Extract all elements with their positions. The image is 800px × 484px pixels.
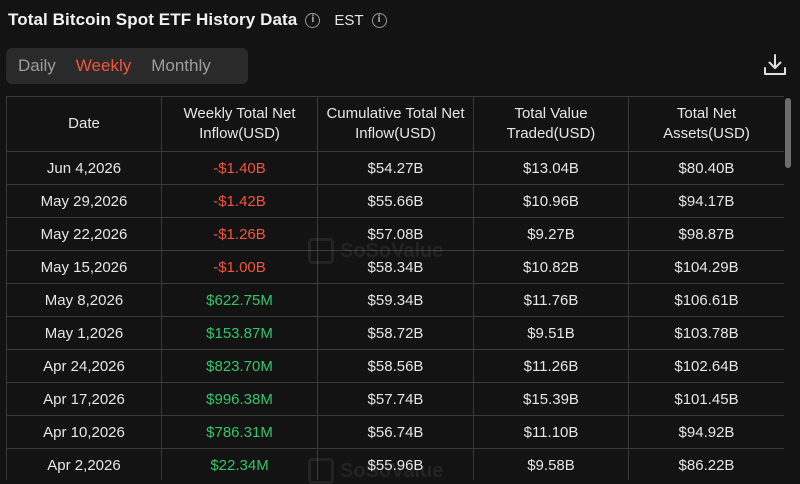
column-header-weekly-inflow[interactable]: Weekly Total Net Inflow(USD) [161,96,318,152]
table-row[interactable]: May 15,2026 -$1.00B $58.34B $10.82B $104.29B [6,250,784,284]
header: Total Bitcoin Spot ETF History Data i ES… [8,6,387,34]
download-icon[interactable] [762,52,788,78]
cell-value-traded: $9.58B [473,448,629,480]
cell-cumulative-inflow: $56.74B [317,415,474,449]
cell-date: Jun 4,2026 [6,151,162,185]
cell-cumulative-inflow: $59.34B [317,283,474,317]
cell-weekly-inflow: $622.75M [161,283,318,317]
cell-weekly-inflow: -$1.00B [161,250,318,284]
table-row[interactable]: Apr 24,2026 $823.70M $58.56B $11.26B $102.64… [6,349,784,383]
cell-value-traded: $9.27B [473,217,629,251]
column-header-net-assets[interactable]: Total Net Assets(USD) [628,96,784,152]
tab-daily[interactable]: Daily [6,56,56,76]
cell-date: May 22,2026 [6,217,162,251]
cell-date: Apr 10,2026 [6,415,162,449]
cell-net-assets: $103.78B [628,316,784,350]
cell-weekly-inflow: $786.31M [161,415,318,449]
table-row[interactable]: May 22,2026 -$1.26B $57.08B $9.27B $98.87B [6,217,784,251]
cell-weekly-inflow: -$1.42B [161,184,318,218]
cell-weekly-inflow: -$1.26B [161,217,318,251]
cell-net-assets: $80.40B [628,151,784,185]
cell-value-traded: $11.10B [473,415,629,449]
cell-net-assets: $101.45B [628,382,784,416]
cell-net-assets: $106.61B [628,283,784,317]
cell-cumulative-inflow: $58.34B [317,250,474,284]
cell-net-assets: $94.92B [628,415,784,449]
column-header-cumulative-inflow[interactable]: Cumulative Total Net Inflow(USD) [317,96,474,152]
tab-weekly[interactable]: Weekly [66,56,131,76]
info-icon[interactable]: i [371,12,387,28]
cell-value-traded: $13.04B [473,151,629,185]
cell-value-traded: $9.51B [473,316,629,350]
table-row[interactable]: Apr 2,2026 $22.34M $55.96B $9.58B $86.22B [6,448,784,480]
cell-cumulative-inflow: $54.27B [317,151,474,185]
cell-cumulative-inflow: $57.08B [317,217,474,251]
page-title: Total Bitcoin Spot ETF History Data [8,10,298,29]
cell-date: May 8,2026 [6,283,162,317]
cell-cumulative-inflow: $55.96B [317,448,474,480]
etf-history-table: Date Weekly Total Net Inflow(USD) Cumula… [6,96,784,480]
table-row[interactable]: May 8,2026 $622.75M $59.34B $11.76B $106.61B [6,283,784,317]
table-row[interactable]: Jun 4,2026 -$1.40B $54.27B $13.04B $80.40B [6,151,784,185]
cell-date: Apr 2,2026 [6,448,162,480]
cell-net-assets: $98.87B [628,217,784,251]
cell-value-traded: $11.26B [473,349,629,383]
info-icon[interactable]: i [305,12,321,28]
cell-cumulative-inflow: $58.56B [317,349,474,383]
cell-weekly-inflow: $22.34M [161,448,318,480]
table-row[interactable]: May 29,2026 -$1.42B $55.66B $10.96B $94.17B [6,184,784,218]
cell-weekly-inflow: $823.70M [161,349,318,383]
cell-value-traded: $10.96B [473,184,629,218]
table-row[interactable]: Apr 10,2026 $786.31M $56.74B $11.10B $94.92B [6,415,784,449]
cell-value-traded: $11.76B [473,283,629,317]
table-row[interactable]: Apr 17,2026 $996.38M $57.74B $15.39B $101.45… [6,382,784,416]
cell-date: Apr 17,2026 [6,382,162,416]
cell-cumulative-inflow: $58.72B [317,316,474,350]
table-scrollbar[interactable] [784,96,792,480]
table-row[interactable]: May 1,2026 $153.87M $58.72B $9.51B $103.78B [6,316,784,350]
timezone-label: EST [334,11,364,29]
column-header-date[interactable]: Date [6,96,162,152]
cell-cumulative-inflow: $57.74B [317,382,474,416]
cell-date: May 15,2026 [6,250,162,284]
cell-weekly-inflow: -$1.40B [161,151,318,185]
scrollbar-thumb[interactable] [785,98,791,168]
cell-net-assets: $86.22B [628,448,784,480]
cell-weekly-inflow: $996.38M [161,382,318,416]
period-tabs: Daily Weekly Monthly [6,48,248,84]
table-header-row: Date Weekly Total Net Inflow(USD) Cumula… [6,96,784,152]
cell-value-traded: $15.39B [473,382,629,416]
tab-monthly[interactable]: Monthly [141,56,211,76]
cell-net-assets: $94.17B [628,184,784,218]
cell-weekly-inflow: $153.87M [161,316,318,350]
etf-history-table-container: Date Weekly Total Net Inflow(USD) Cumula… [6,96,784,480]
cell-net-assets: $104.29B [628,250,784,284]
column-header-value-traded[interactable]: Total Value Traded(USD) [473,96,629,152]
cell-cumulative-inflow: $55.66B [317,184,474,218]
cell-date: Apr 24,2026 [6,349,162,383]
cell-date: May 29,2026 [6,184,162,218]
cell-net-assets: $102.64B [628,349,784,383]
cell-date: May 1,2026 [6,316,162,350]
cell-value-traded: $10.82B [473,250,629,284]
